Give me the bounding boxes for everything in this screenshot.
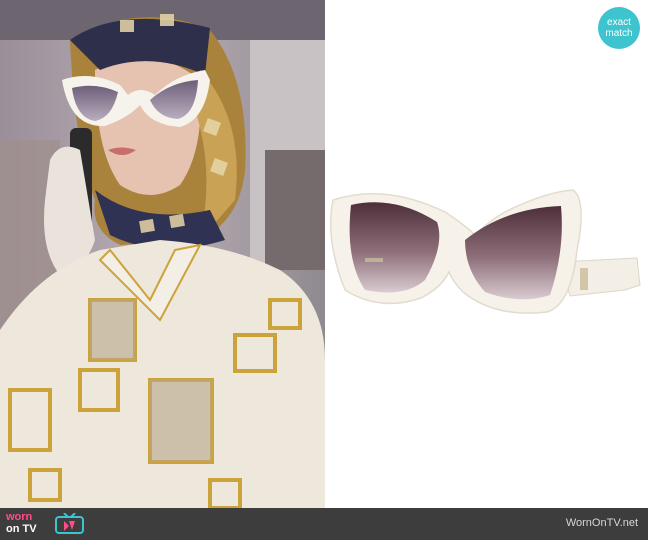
wornontv-logo[interactable]: worn on TV — [6, 512, 86, 536]
footer-bar: worn on TV WornOnTV.net — [0, 508, 648, 540]
outfit-photo-illustration — [0, 0, 325, 508]
badge-line-1: exact — [607, 17, 631, 28]
logo-word-on-tv: on TV — [6, 523, 37, 535]
logo-word-worn: worn — [6, 511, 33, 523]
outfit-photo — [0, 0, 325, 508]
product-panel — [325, 0, 648, 508]
exact-match-badge: exact match — [598, 7, 640, 49]
sunglasses-product-image — [329, 189, 641, 314]
logo-text: worn on TV — [6, 512, 37, 535]
collage: exact match worn on TV WornOnTV.net — [0, 0, 648, 540]
tv-icon — [55, 513, 84, 534]
badge-line-2: match — [605, 28, 633, 39]
site-url[interactable]: WornOnTV.net — [566, 517, 638, 529]
